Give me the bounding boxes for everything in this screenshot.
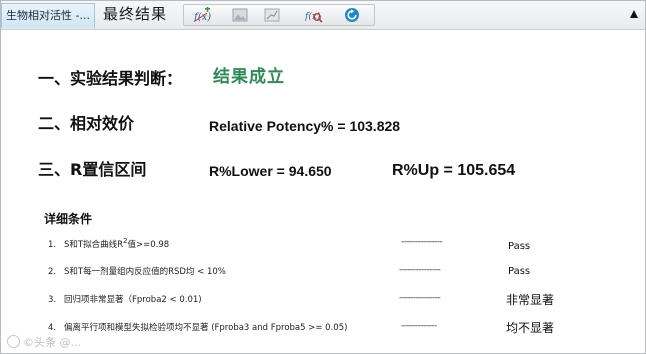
result-window: 生物相对活性 -... 最终结果 f(x) f(x) 一、实验结果判断： 结果成… (0, 0, 646, 354)
watermark-text: ©头条 @... (23, 336, 81, 349)
tab-bio-activity[interactable]: 生物相对活性 -... (1, 3, 95, 28)
header-bar: 生物相对活性 -... 最终结果 f(x) f(x) (1, 1, 645, 30)
fx-add-icon[interactable]: f(x) (190, 6, 214, 24)
condition-number: 2. (48, 267, 57, 277)
relative-potency-value: Relative Potency% = 103.828 (209, 118, 401, 134)
toolbar: f(x) f(x) (183, 4, 375, 26)
watermark-logo-icon (7, 335, 20, 348)
condition-1-result: Pass (508, 241, 531, 252)
svg-text:f(x): f(x) (193, 12, 211, 23)
verdict-text: 结果成立 (213, 67, 285, 87)
tab-final-result[interactable]: 最终结果 (103, 3, 167, 28)
condition-text: S和T拟合曲线R (64, 239, 123, 250)
line-chart-icon[interactable] (260, 6, 284, 24)
image-icon[interactable] (228, 6, 252, 24)
r-lower-value: R%Lower = 94.650 (209, 163, 332, 179)
condition-text-tail: 值>=0.98 (127, 239, 170, 250)
watermark: ©头条 @... (7, 334, 81, 350)
condition-1: 1. S和T拟合曲线R2值>=0.98 (48, 237, 169, 250)
refresh-icon[interactable] (340, 6, 364, 24)
condition-text: S和T每一剂量组内反应值的RSD均 < 10% (64, 267, 226, 277)
condition-4: 4. 偏离平行项和模型失拟检验项均不显著 (Fproba3 and Fproba5… (48, 321, 347, 333)
detail-conditions-title: 详细条件 (44, 212, 93, 226)
condition-3-result: 非常显著 (506, 293, 555, 307)
condition-text: 偏离平行项和模型失拟检验项均不显著 (Fproba3 and Fproba5 >… (64, 323, 348, 333)
condition-2-dashes: --------------- (399, 265, 441, 275)
condition-3: 3. 回归项非常显著（Fproba2 < 0.01) (48, 293, 202, 305)
condition-2-result: Pass (508, 266, 531, 277)
condition-number: 4. (48, 323, 57, 333)
section-3-label: 三、R置信区间 (38, 160, 147, 179)
condition-3-dashes: --------------- (399, 293, 441, 303)
condition-4-result: 均不显著 (506, 321, 555, 335)
condition-2: 2. S和T每一剂量组内反应值的RSD均 < 10% (48, 265, 226, 277)
condition-number: 1. (48, 239, 57, 250)
r-upper-value: R%Up = 105.654 (392, 162, 516, 179)
condition-1-dashes: --------------- (401, 237, 443, 247)
section-1-label: 一、实验结果判断： (38, 69, 183, 88)
collapse-arrow-icon[interactable] (627, 6, 641, 22)
section-2-label: 二、相对效价 (38, 114, 135, 133)
condition-text: 回归项非常显著（Fproba2 < 0.01) (64, 295, 202, 305)
condition-number: 3. (48, 295, 57, 305)
condition-4-dashes: ------------- (401, 321, 437, 331)
fx-search-icon[interactable]: f(x) (302, 6, 326, 24)
